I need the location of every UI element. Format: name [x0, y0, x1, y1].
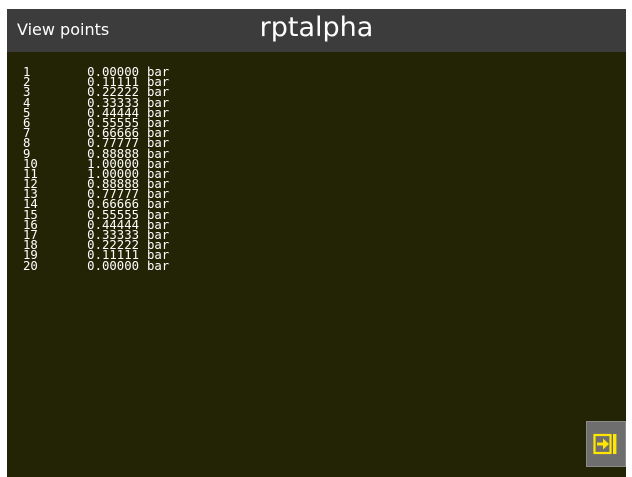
point-row: 20 0.00000 bar	[23, 258, 170, 273]
point-index: 7	[23, 126, 31, 141]
point-index: 2	[23, 75, 31, 90]
point-index: 4	[23, 95, 31, 110]
point-unit: bar	[147, 258, 170, 273]
device-screen: View points rptalpha 1 0.00000 bar 2 0.11111…	[7, 9, 626, 477]
view-points-title: View points	[17, 20, 110, 39]
exit-arrow-icon	[593, 433, 617, 455]
point-value: 0.00000	[87, 258, 139, 273]
point-index: 8	[23, 136, 31, 151]
top-strip	[0, 0, 632, 9]
point-index: 5	[23, 105, 31, 120]
exit-button[interactable]	[586, 421, 626, 467]
point-index: 6	[23, 115, 31, 130]
header-bar: View points rptalpha	[7, 9, 626, 52]
point-index: 1	[23, 65, 31, 79]
point-index: 3	[23, 85, 31, 100]
points-list: 1 0.00000 bar 2 0.11111 bar 3 0.22222 bar 4 0.3333…	[23, 65, 170, 273]
point-index: 20	[23, 258, 38, 273]
